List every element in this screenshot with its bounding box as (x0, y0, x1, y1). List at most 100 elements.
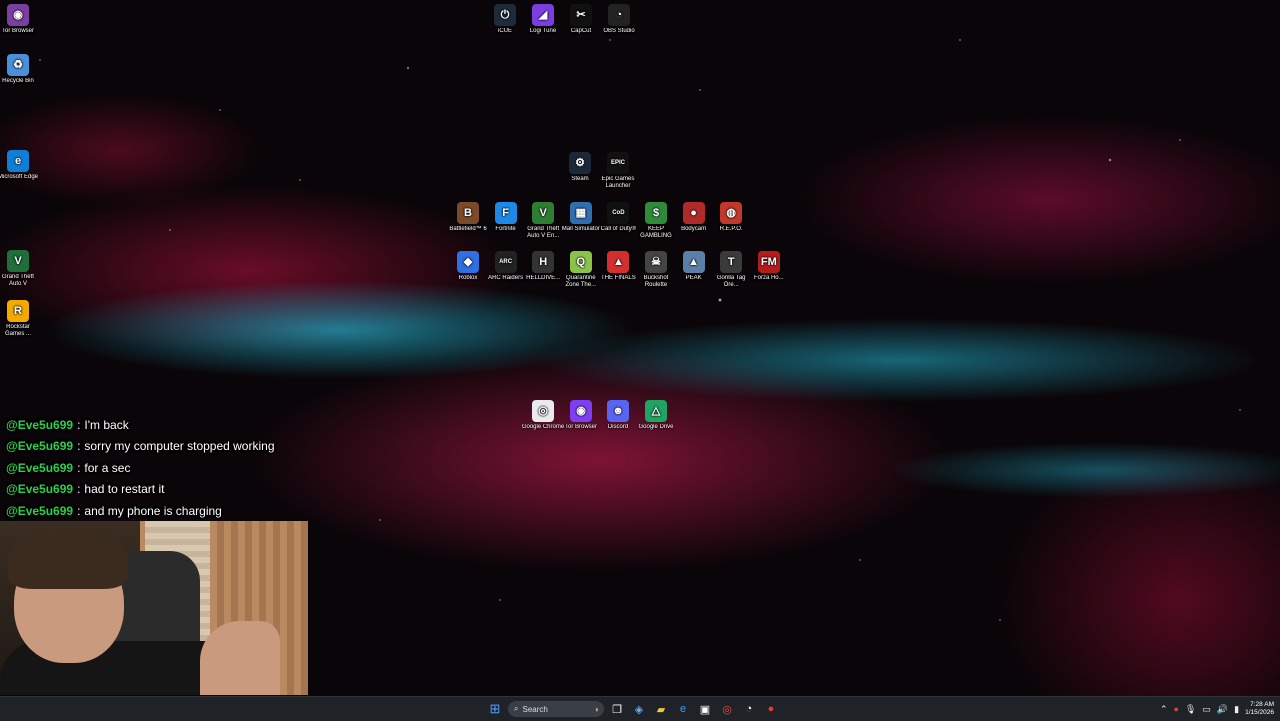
chat-separator: : (77, 460, 81, 475)
app-icon: EPIC (607, 152, 629, 174)
chat-message: @Eve5u699: for a sec (0, 457, 320, 479)
chevron-up-icon[interactable]: ⌃ (1160, 704, 1168, 715)
app-icon: $ (645, 202, 667, 224)
taskbar-pinned-apps: ❐ ◈ ▰ e ▣ ◎ ◔ ● (608, 700, 780, 718)
app-icon: V (7, 250, 29, 272)
app-icon: ▲ (682, 251, 705, 273)
desktop-icon-rockstar-games[interactable]: R Rockstar Games ... (0, 300, 40, 338)
chat-separator: : (77, 503, 81, 518)
app-icon: ◆ (457, 251, 479, 273)
app-icon: R (7, 300, 29, 322)
desktop-icon-label: Recycle Bin (2, 78, 34, 84)
desktop-icon-epic-games-launcher[interactable]: EPIC Epic Games Launcher (596, 152, 640, 190)
app-icon: B (457, 202, 479, 224)
webcam-overlay (0, 521, 308, 695)
app-icon: V (532, 202, 555, 224)
desktop-icon-label: OBS Studio (603, 28, 635, 34)
copilot-icon[interactable]: ◈ (630, 700, 648, 718)
volume-icon[interactable]: 🔊 (1217, 704, 1228, 715)
app-icon: ◢ (532, 4, 554, 26)
chat-message: @Eve5u699: I'm back (0, 414, 320, 436)
app-icon: ☻ (607, 400, 629, 422)
store-icon[interactable]: ▣ (696, 700, 714, 718)
network-icon[interactable]: ▭ (1202, 704, 1211, 715)
app-icon: ● (682, 202, 705, 224)
desktop-icon-tor-browser[interactable]: ◉ Tor Browser (0, 4, 40, 35)
search-icon: ⌕ (514, 704, 519, 713)
app-icon: ◉ (570, 400, 592, 422)
clock-time: 7:28 AM (1250, 701, 1274, 708)
chat-username: @Eve5u699 (6, 439, 74, 454)
app-icon: F (494, 202, 517, 224)
app-icon: CoD (607, 202, 630, 224)
app-icon: ◉ (7, 4, 29, 26)
desktop-icon-label: Google Drive (638, 424, 674, 430)
microphone-icon[interactable]: 🎙 (1185, 704, 1196, 715)
app-icon: ARC (494, 251, 517, 273)
windows-start-icon[interactable]: ⊞ (486, 700, 504, 718)
recorder-icon[interactable]: ● (762, 700, 780, 718)
battery-icon[interactable]: ▮ (1234, 704, 1239, 715)
app-icon: ▲ (607, 251, 630, 273)
desktop-icon-microsoft-edge[interactable]: e Microsoft Edge (0, 150, 40, 181)
app-icon: ♻ (7, 54, 29, 76)
chat-username: @Eve5u699 (6, 417, 74, 432)
desktop-icon-label: Forza Ho... (753, 275, 784, 281)
system-tray: ⌃ ● 🎙 ▭ 🔊 ▮ 7:28 AM 1/15/2026 (1160, 698, 1274, 720)
desktop-icon-google-drive[interactable]: △ Google Drive (634, 400, 678, 431)
chat-separator: : (77, 417, 81, 432)
chat-username: @Eve5u699 (6, 503, 74, 518)
chat-text: had to restart it (84, 482, 165, 497)
desktop-icon-recycle-bin[interactable]: ♻ Recycle Bin (0, 54, 40, 85)
app-icon: ◍ (720, 202, 743, 224)
chat-message: @Eve5u699: had to restart it (0, 479, 320, 501)
chat-message: @Eve5u699: and my phone is charging (0, 500, 320, 522)
search-highlight-icon: ◐ (595, 704, 600, 714)
streamer-arm (200, 621, 280, 695)
app-icon: ◔ (608, 4, 630, 26)
app-icon: ▦ (569, 202, 592, 224)
chat-separator: : (77, 439, 81, 454)
taskbar-center: ⊞ ⌕ Search ◐ ❐ ◈ ▰ e ▣ ◎ ◔ ● (486, 699, 780, 719)
edge-icon[interactable]: e (674, 700, 692, 718)
chat-text: I'm back (84, 417, 129, 432)
chat-text: and my phone is charging (84, 503, 222, 518)
chat-text: sorry my computer stopped working (84, 439, 275, 454)
desktop-icon-label: Tor Browser (1, 28, 34, 34)
app-icon: T (720, 251, 743, 273)
chat-message: @Eve5u699: sorry my computer stopped work… (0, 436, 320, 458)
file-explorer-icon[interactable]: ▰ (652, 700, 670, 718)
tray-app-icon[interactable]: ● (1174, 704, 1179, 714)
app-icon: ◎ (532, 400, 554, 422)
chat-separator: : (77, 482, 81, 497)
app-icon: △ (645, 400, 667, 422)
app-icon: H (532, 251, 555, 273)
app-icon: ✂ (570, 4, 592, 26)
desktop-icon-label: R.E.P.O. (719, 226, 743, 232)
app-icon: e (7, 150, 29, 172)
desktop-icon-forza-ho[interactable]: FM Forza Ho... (747, 251, 791, 282)
obs-icon[interactable]: ◔ (740, 700, 758, 718)
desktop-icon-obs-studio[interactable]: ◔ OBS Studio (597, 4, 641, 35)
desktop-icon-label: Epic Games Launcher (601, 176, 635, 189)
app-icon: ☠ (645, 251, 667, 273)
desktop-icon-r-e-p-o[interactable]: ◍ R.E.P.O. (709, 202, 753, 233)
desktop-icon-grand-theft-auto-v[interactable]: V Grand Theft Auto V (0, 250, 40, 288)
streamer-hair (8, 529, 128, 589)
search-placeholder: Search (522, 704, 548, 714)
chat-text: for a sec (84, 460, 131, 475)
desktop-icon-label: Grand Theft Auto V (2, 274, 34, 287)
app-icon: ⏻ (494, 4, 516, 26)
chat-username: @Eve5u699 (6, 460, 74, 475)
app-icon: ⚙ (569, 152, 591, 174)
app-icon: Q (569, 251, 592, 273)
desktop-icon-label: Rockstar Games ... (4, 324, 31, 337)
chrome-icon[interactable]: ◎ (718, 700, 736, 718)
app-icon: FM (757, 251, 780, 273)
clock[interactable]: 7:28 AM 1/15/2026 (1245, 701, 1274, 717)
search-box[interactable]: ⌕ Search ◐ (508, 701, 604, 717)
desktop-icon-label: Microsoft Edge (0, 174, 39, 180)
clock-date: 1/15/2026 (1245, 709, 1274, 716)
taskview-icon[interactable]: ❐ (608, 700, 626, 718)
chat-username: @Eve5u699 (6, 482, 74, 497)
